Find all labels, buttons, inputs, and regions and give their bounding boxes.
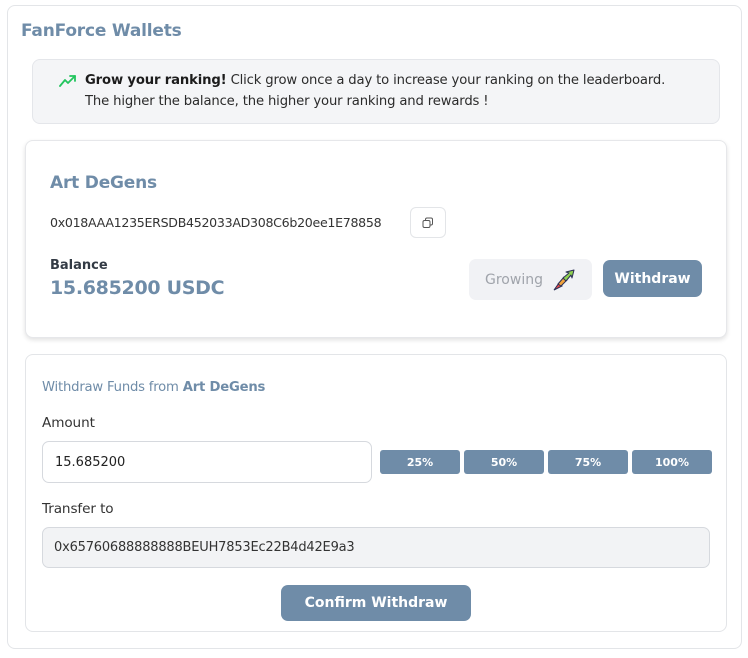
amount-label: Amount (42, 415, 95, 431)
page-title: FanForce Wallets (21, 21, 182, 41)
percent-100-button[interactable]: 100% (632, 450, 712, 474)
balance-label: Balance (50, 258, 108, 273)
growing-button[interactable]: Growing (469, 259, 592, 300)
withdraw-form-title: Withdraw Funds from Art DeGens (42, 380, 265, 395)
confirm-withdraw-button[interactable]: Confirm Withdraw (281, 585, 471, 621)
trending-up-icon (59, 75, 76, 87)
wallet-name: Art DeGens (50, 173, 157, 193)
wallets-panel: FanForce Wallets Grow your ranking! Clic… (7, 5, 742, 649)
rocket-arrow-icon (553, 269, 575, 290)
wallet-card: Art DeGens 0x018AAA1235ERSDB452033AD308C… (25, 140, 727, 338)
info-text-line1: Grow your ranking! Click grow once a day… (85, 73, 665, 88)
info-heading: Grow your ranking! (85, 73, 227, 88)
growing-label: Growing (485, 271, 543, 288)
copy-icon (422, 217, 433, 228)
percent-25-button[interactable]: 25% (380, 450, 460, 474)
amount-input[interactable] (42, 441, 372, 483)
transfer-to-label: Transfer to (42, 501, 114, 517)
percent-buttons: 25% 50% 75% 100% (380, 450, 712, 474)
transfer-to-input[interactable] (42, 527, 710, 568)
balance-value: 15.685200 USDC (50, 277, 225, 299)
info-text-line2: The higher the balance, the higher your … (85, 94, 489, 109)
withdraw-button[interactable]: Withdraw (603, 260, 702, 297)
withdraw-title-wallet: Art DeGens (182, 380, 266, 395)
withdraw-form: Withdraw Funds from Art DeGens Amount 25… (25, 354, 727, 632)
grow-ranking-info: Grow your ranking! Click grow once a day… (32, 59, 720, 124)
copy-address-button[interactable] (410, 207, 446, 238)
withdraw-title-prefix: Withdraw Funds from (42, 380, 183, 395)
percent-50-button[interactable]: 50% (464, 450, 544, 474)
percent-75-button[interactable]: 75% (548, 450, 628, 474)
info-text: Click grow once a day to increase your r… (226, 73, 666, 88)
wallet-address: 0x018AAA1235ERSDB452033AD308C6b20ee1E788… (50, 215, 382, 230)
